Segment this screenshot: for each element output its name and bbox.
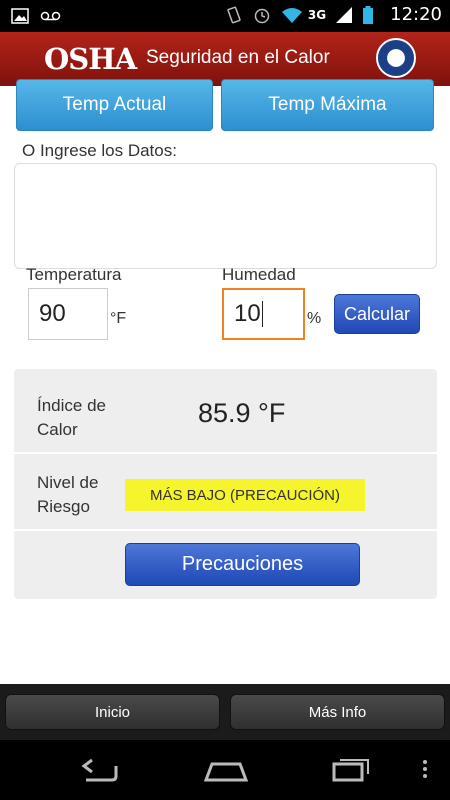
image-icon <box>10 6 30 26</box>
temp-actual-button[interactable]: Temp Actual <box>16 79 213 131</box>
clock: 12:20 <box>390 4 442 25</box>
osha-logo: OSHA <box>44 42 137 76</box>
wifi-icon <box>280 5 302 25</box>
risk-level-badge: MÁS BAJO (PRECAUCIÓN) <box>125 479 365 511</box>
back-icon[interactable] <box>78 754 122 788</box>
dol-seal-icon <box>376 38 416 78</box>
status-bar: 3G 12:20 <box>0 0 450 32</box>
indice-calor-value: 85.9 °F <box>198 398 286 428</box>
app-header: OSHA Seguridad en el Calor <box>0 32 450 86</box>
humedad-unit: % <box>307 310 322 327</box>
bottom-tab-bar: Inicio Más Info <box>0 684 450 740</box>
row-divider <box>14 529 437 531</box>
temperatura-value: 90 <box>39 300 66 327</box>
input-panel <box>14 163 437 269</box>
temperatura-input[interactable]: 90 <box>28 288 108 340</box>
indice-calor-label: Índice de Calor <box>37 396 106 439</box>
signal-icon <box>334 5 354 25</box>
alarm-icon <box>252 5 272 25</box>
row-divider <box>14 452 437 454</box>
page-title: Seguridad en el Calor <box>146 47 330 68</box>
humedad-value: 10 <box>234 300 261 327</box>
nivel-riesgo-label: Nivel de Riesgo <box>37 473 99 516</box>
tab-inicio[interactable]: Inicio <box>5 694 220 730</box>
vibrate-icon <box>224 5 244 25</box>
precauciones-button[interactable]: Precauciones <box>125 543 360 586</box>
tab-mas-info[interactable]: Más Info <box>230 694 445 730</box>
temperatura-unit: °F <box>110 310 127 327</box>
overflow-menu-icon[interactable] <box>420 754 430 788</box>
humedad-label: Humedad <box>222 265 296 284</box>
battery-icon <box>362 5 382 25</box>
temp-maxima-button[interactable]: Temp Máxima <box>221 79 434 131</box>
calcular-button[interactable]: Calcular <box>334 294 420 334</box>
ingrese-datos-label: O Ingrese los Datos: <box>22 141 177 160</box>
humedad-input[interactable]: 10 <box>222 288 305 340</box>
voicemail-icon <box>40 6 61 26</box>
home-icon[interactable] <box>202 754 250 788</box>
system-nav-bar <box>0 740 450 800</box>
recent-apps-icon[interactable] <box>330 754 374 788</box>
network-type-label: 3G <box>307 7 327 22</box>
temperatura-label: Temperatura <box>26 265 122 284</box>
text-caret <box>261 301 263 327</box>
